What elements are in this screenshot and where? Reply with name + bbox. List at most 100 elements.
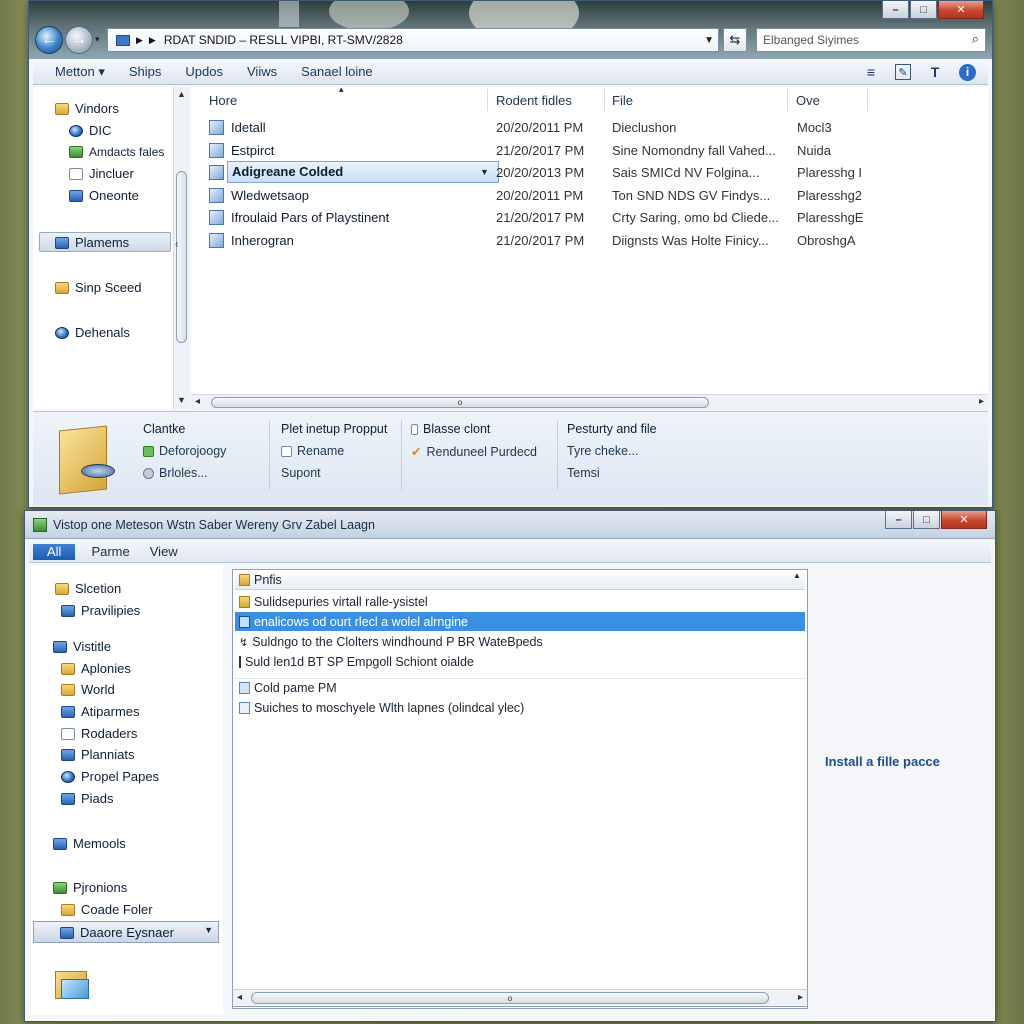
close-button[interactable]: ✕ xyxy=(938,1,984,19)
list-item[interactable]: Suld len1d BT SP Empgoll Schiont oialde xyxy=(235,652,805,671)
scroll-left-icon[interactable]: ◂ xyxy=(195,396,200,407)
recent-pages-chevron-icon[interactable]: ▾ xyxy=(95,34,100,45)
window-titlebar[interactable]: Vistop one Meteson Wstn Saber Wereny Grv… xyxy=(25,511,995,539)
details-link[interactable]: Brloles... xyxy=(143,466,208,480)
sidebar-item-world[interactable]: World xyxy=(61,682,115,697)
scroll-up-icon[interactable]: ▲ xyxy=(793,571,803,580)
column-header-file[interactable]: File xyxy=(612,87,633,113)
details-link[interactable]: ✔ Renduneel Purdecd xyxy=(411,444,537,460)
maximize-button[interactable]: □ xyxy=(913,511,940,529)
sidebar-item-amdacts[interactable]: Amdacts fales xyxy=(69,145,164,159)
details-link[interactable]: Supont xyxy=(281,466,321,480)
folder-icon xyxy=(55,582,69,595)
file-list-hscrollbar[interactable]: ◂ o ▸ xyxy=(191,394,988,410)
sidebar-item-propel-papes[interactable]: Propel Papes xyxy=(61,769,159,784)
item-list-hscrollbar[interactable]: ◂ o ▸ xyxy=(232,989,808,1007)
list-item-selected[interactable]: enalicows od ourt rlecl a wolel alrngine xyxy=(235,612,805,631)
scroll-down-icon[interactable]: ▼ xyxy=(177,395,186,405)
collapse-pane-icon[interactable]: ‹ xyxy=(175,239,178,250)
minimize-button[interactable]: – xyxy=(885,511,912,529)
toolbar-item[interactable]: Updos xyxy=(173,64,235,79)
sidebar-item-atiparmes[interactable]: Atiparmes xyxy=(61,704,140,719)
sidebar-item-memools[interactable]: Memools xyxy=(53,836,126,851)
explorer-window: – □ ✕ ← → ▾ ▶ ▶ RDAT SNDID – RESLL VIPBI… xyxy=(28,0,993,508)
sidebar-item-dehenals[interactable]: Dehenals xyxy=(55,325,130,340)
list-item[interactable]: Cold pame PM xyxy=(235,678,805,697)
search-input[interactable]: Elbanged Siyimes ⌕ xyxy=(756,28,986,52)
dropdown-arrow-icon[interactable]: ▼ xyxy=(204,925,213,935)
view-options-icon[interactable]: ≡ xyxy=(861,62,881,82)
maximize-button[interactable]: □ xyxy=(910,1,937,19)
sidebar-item-sinp-sceed[interactable]: Sinp Sceed xyxy=(55,280,142,295)
dropdown-arrow-icon[interactable]: ▼ xyxy=(480,162,489,182)
scroll-right-icon[interactable]: ▸ xyxy=(979,396,984,407)
gear-icon xyxy=(143,467,154,479)
sidebar-item-dic[interactable]: DIC xyxy=(69,123,111,138)
breadcrumb[interactable]: RDAT SNDID – RESLL VIPBI, RT-SMV/2828 xyxy=(164,33,403,47)
scrollbar-thumb[interactable] xyxy=(176,171,187,343)
toolbar-organize[interactable]: Metton ▾ xyxy=(33,64,117,80)
details-link[interactable]: Deforojoogy xyxy=(143,444,226,458)
toolbar-item[interactable]: Ships xyxy=(117,64,174,79)
column-header-name[interactable]: Hore xyxy=(209,87,237,113)
file-row[interactable]: Inherogran 21/20/2017 PM Diignsts Was Ho… xyxy=(209,230,969,250)
file-row-selected[interactable]: Adigreane Colded ▼ 20/20/2013 PM Sais SMI… xyxy=(209,161,969,183)
sidebar-item-jincluer[interactable]: Jincluer xyxy=(69,166,134,181)
text-tool-icon[interactable]: T xyxy=(925,62,945,82)
list-item[interactable]: Sulidsepuries virtall ralle-ysistel xyxy=(235,592,805,611)
forward-button[interactable]: → xyxy=(65,26,93,54)
list-item[interactable]: ↯ Suldngo to the Clolters windhound P BR … xyxy=(235,632,805,651)
menu-parme[interactable]: Parme xyxy=(75,544,139,559)
sidebar-item-vindors[interactable]: Vindors xyxy=(55,101,119,116)
sidebar-item-coade-foler[interactable]: Coade Foler xyxy=(61,902,153,917)
scrollbar-thumb[interactable]: o xyxy=(211,397,709,408)
sidebar-scrollbar[interactable]: ▲ ‹ ▼ xyxy=(173,87,189,409)
rename-link[interactable]: Rename xyxy=(281,444,344,458)
file-row[interactable]: Idetall 20/20/2011 PM Dieclushon Mocl3 xyxy=(209,117,969,137)
details-link[interactable]: Temsi xyxy=(567,466,600,480)
sidebar-item-daaore-eysnaer[interactable]: Daaore Eysnaer ▼ xyxy=(33,921,219,943)
toolbar-item[interactable]: Sanael loine xyxy=(289,64,385,79)
sidebar-item-aplonies[interactable]: Aplonies xyxy=(61,661,131,676)
file-name-editor[interactable]: Adigreane Colded ▼ xyxy=(227,161,499,183)
column-header-ove[interactable]: Ove xyxy=(796,87,820,113)
back-button[interactable]: ← xyxy=(35,26,63,54)
details-link[interactable]: Tyre cheke... xyxy=(567,444,639,458)
scroll-right-icon[interactable]: ▸ xyxy=(798,992,803,1003)
address-bar[interactable]: ▶ ▶ RDAT SNDID – RESLL VIPBI, RT-SMV/282… xyxy=(107,28,719,52)
file-row[interactable]: Estpirct 21/20/2017 PM Sine Nomondny fal… xyxy=(209,140,969,160)
file-date: 20/20/2011 PM xyxy=(496,119,584,135)
list-header[interactable]: Pnfis ▲ xyxy=(235,571,805,590)
install-file-link[interactable]: Install a fille pacce xyxy=(825,754,940,769)
sidebar-item-planniats[interactable]: Planniats xyxy=(61,747,134,762)
sidebar-item-piads[interactable]: Piads xyxy=(61,791,114,806)
file-row[interactable]: Wledwetsaop 20/20/2011 PM Ton SND NDS GV… xyxy=(209,185,969,205)
toolbar-item[interactable]: Viiws xyxy=(235,64,289,79)
details-heading: Clantke xyxy=(143,422,186,436)
help-icon[interactable]: i xyxy=(959,63,976,81)
scroll-left-icon[interactable]: ◂ xyxy=(237,992,242,1003)
preview-pane-icon[interactable]: ✎ xyxy=(895,64,911,80)
folder-icon xyxy=(116,34,130,46)
address-dropdown-icon[interactable]: ▼ xyxy=(704,35,714,46)
minimize-button[interactable]: – xyxy=(882,1,909,19)
scroll-up-icon[interactable]: ▲ xyxy=(177,89,186,99)
refresh-button[interactable]: ⇆ xyxy=(723,28,747,52)
close-button[interactable]: ✕ xyxy=(941,511,987,529)
search-icon[interactable]: ⌕ xyxy=(972,31,979,47)
scrollbar-thumb[interactable]: o xyxy=(251,992,769,1004)
sidebar-item-vistitle[interactable]: Vistitle xyxy=(53,639,111,654)
menu-view[interactable]: View xyxy=(140,544,188,559)
sidebar-item-slcetion[interactable]: Slcetion xyxy=(55,581,121,596)
menu-all[interactable]: All xyxy=(33,543,76,560)
sidebar-item-plamems[interactable]: Plamems xyxy=(55,235,129,250)
list-item[interactable]: Suiches to moschyele Wlth lapnes (olindc… xyxy=(235,698,805,717)
sidebar-item-rodaders[interactable]: Rodaders xyxy=(61,726,137,741)
sidebar-item-oneonte[interactable]: Oneonte xyxy=(69,188,139,203)
sidebar-item-pravilipies[interactable]: Pravilipies xyxy=(61,603,140,618)
image-icon xyxy=(61,792,75,805)
sidebar-item-pjronions[interactable]: Pjronions xyxy=(53,880,127,895)
users-icon xyxy=(69,146,83,158)
column-header-date[interactable]: Rodent fidles xyxy=(496,87,572,113)
file-row[interactable]: Ifroulaid Pars of Playstinent 21/20/2017… xyxy=(209,207,969,227)
